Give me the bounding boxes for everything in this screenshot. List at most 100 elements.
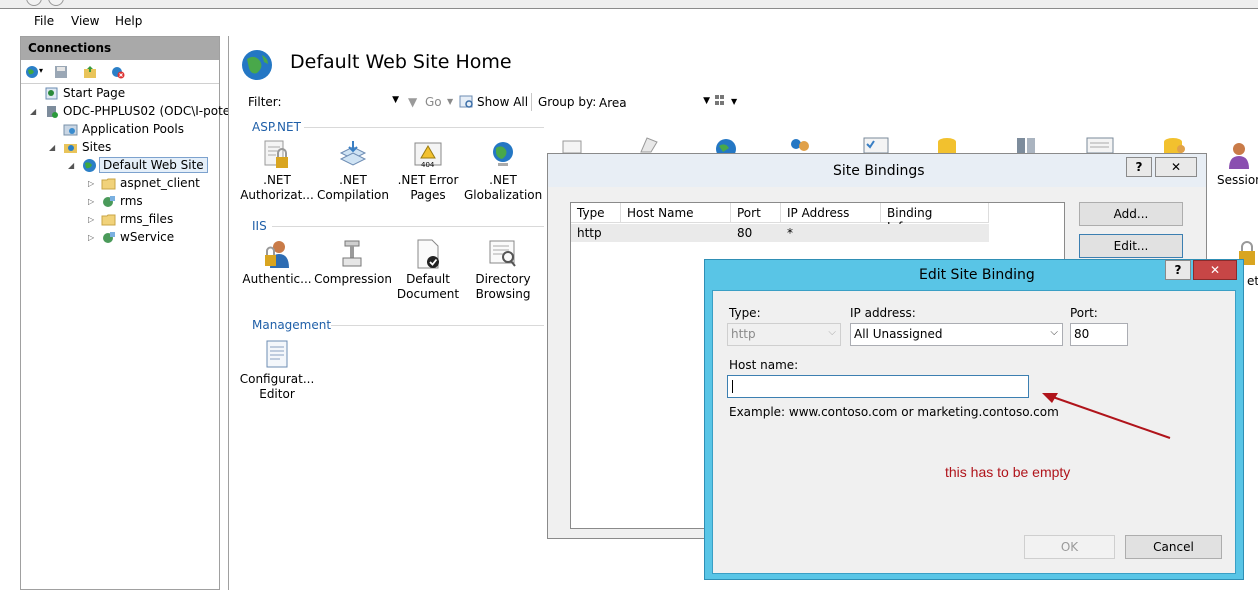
funnel-icon[interactable]: ▼ (408, 95, 417, 109)
show-all-icon (459, 95, 473, 108)
show-all-button[interactable]: Show All (477, 95, 528, 109)
filter-bar: Filter: ▼ ▼ Go ▼ Show All Group by: Area… (241, 91, 1258, 113)
feature-session-state[interactable]: Session (1211, 139, 1258, 188)
forward-button[interactable] (48, 0, 64, 6)
disconnect-icon[interactable] (111, 65, 125, 79)
column-header-port[interactable]: Port (731, 203, 781, 223)
filter-dropdown-icon[interactable]: ▼ (392, 95, 399, 105)
section-aspnet: ASP.NET (252, 120, 301, 134)
add-binding-button[interactable]: Add... (1079, 202, 1183, 226)
feature-default-document[interactable]: Default Document (389, 238, 467, 302)
menu-file[interactable]: File (34, 14, 54, 28)
expand-sites-icon[interactable]: ◢ (49, 143, 55, 152)
chevron-down-icon: ⌵ (1050, 327, 1058, 338)
section-divider (331, 325, 544, 326)
back-button[interactable] (26, 0, 42, 6)
toolbar-divider (531, 93, 532, 111)
feature-label: Directory Browsing (475, 272, 531, 301)
partial-database-icon (938, 138, 956, 153)
close-button[interactable]: ✕ (1155, 157, 1197, 177)
expand-rms-icon[interactable]: ▷ (88, 197, 94, 206)
ip-address-label: IP address: (850, 306, 916, 320)
error-page-icon: 404 (412, 139, 444, 171)
menu-bar: File View Help (0, 9, 1258, 34)
partial-provider-icon (1164, 138, 1185, 153)
edit-binding-button[interactable]: Edit... (1079, 234, 1183, 258)
save-icon[interactable] (54, 65, 68, 79)
feature-net-compilation[interactable]: .NET Compilation (314, 139, 392, 203)
connect-globe-icon[interactable] (25, 65, 39, 79)
server-icon (47, 106, 58, 118)
cancel-button[interactable]: Cancel (1125, 535, 1222, 559)
dialog-title: Edit Site Binding (919, 267, 1035, 283)
table-row[interactable]: http 80 * (571, 224, 989, 242)
expand-rms-files-icon[interactable]: ▷ (88, 215, 94, 224)
partial-users-icon (791, 139, 809, 151)
app-pools-icon (63, 124, 78, 136)
site-bindings-titlebar: Site Bindings ? ✕ (548, 154, 1206, 187)
globe-icon (83, 159, 96, 172)
menu-view[interactable]: View (71, 14, 99, 28)
column-header-host-name[interactable]: Host Name (621, 203, 731, 223)
feature-directory-browsing[interactable]: Directory Browsing (464, 238, 542, 302)
ok-button[interactable]: OK (1024, 535, 1115, 559)
feature-label: .NET Compilation (316, 173, 390, 202)
partial-window-icon (1086, 137, 1114, 153)
expand-wservice-icon[interactable]: ▷ (88, 233, 94, 242)
go-dropdown-icon[interactable]: ▼ (447, 97, 453, 106)
feature-label: .NET Globalization (464, 173, 543, 202)
feature-label: .NET Authorizat... (240, 173, 314, 202)
up-folder-icon[interactable] (83, 65, 97, 79)
expand-server-icon[interactable]: ◢ (30, 107, 36, 116)
connect-dropdown-icon[interactable]: ▾ (39, 66, 43, 75)
page-title: Default Web Site Home (290, 51, 512, 73)
cell-host (621, 224, 627, 242)
section-divider (304, 127, 544, 128)
menu-help[interactable]: Help (115, 14, 142, 28)
view-icon[interactable] (715, 95, 729, 107)
expand-aspnet-client-icon[interactable]: ▷ (88, 179, 94, 188)
close-button[interactable]: ✕ (1193, 260, 1237, 280)
feature-net-authorization[interactable]: .NET Authorizat... (238, 139, 316, 203)
connections-toolbar: ▾ (21, 60, 219, 84)
expand-default-site-icon[interactable]: ◢ (68, 161, 74, 170)
group-by-select[interactable]: Area ▼ (597, 92, 712, 112)
port-input[interactable]: 80 (1070, 323, 1128, 346)
group-by-label: Group by: (538, 95, 597, 109)
globalization-globe-icon (487, 139, 519, 171)
connections-panel: Connections ▾ Start Page ◢ ODC-PHPLUS02 … (20, 36, 230, 590)
text-cursor (732, 380, 733, 393)
ip-address-select[interactable]: All Unassigned ⌵ (850, 323, 1063, 346)
application-icon (103, 196, 115, 207)
feature-net-error-pages[interactable]: 404 .NET Error Pages (389, 139, 467, 203)
compilation-icon (337, 139, 369, 171)
section-management: Management (252, 318, 332, 332)
feature-authentication[interactable]: Authentic... (238, 238, 316, 287)
feature-label: Authentic... (242, 272, 312, 286)
column-header-ip-address[interactable]: IP Address (781, 203, 881, 223)
feature-label: .NET Error Pages (397, 173, 459, 202)
feature-configuration-editor[interactable]: Configurat... Editor (238, 338, 316, 402)
edit-binding-titlebar: Edit Site Binding ? ✕ (705, 260, 1243, 290)
default-document-icon (412, 238, 444, 270)
partial-list-icon (863, 137, 889, 153)
port-value: 80 (1074, 327, 1090, 341)
filter-input[interactable]: ▼ (281, 92, 401, 112)
help-button[interactable]: ? (1126, 157, 1152, 177)
type-label: Type: (729, 306, 761, 320)
section-divider (272, 226, 544, 227)
folder-icon (101, 178, 116, 190)
group-by-dropdown-icon: ▼ (703, 96, 710, 106)
help-button[interactable]: ? (1165, 260, 1191, 280)
go-button[interactable]: Go (425, 95, 442, 109)
type-select[interactable]: http ⌵ (727, 323, 841, 346)
start-page-icon (45, 87, 58, 100)
feature-net-globalization[interactable]: .NET Globalization (464, 139, 542, 203)
column-header-binding-info[interactable]: Binding Informa... (881, 203, 989, 234)
configuration-editor-icon (261, 338, 293, 370)
view-dropdown-icon[interactable]: ▼ (731, 97, 737, 106)
feature-compression[interactable]: Compression (314, 238, 392, 287)
column-header-type[interactable]: Type (571, 203, 621, 223)
host-name-input[interactable] (727, 375, 1029, 398)
chevron-down-icon: ⌵ (828, 327, 836, 338)
